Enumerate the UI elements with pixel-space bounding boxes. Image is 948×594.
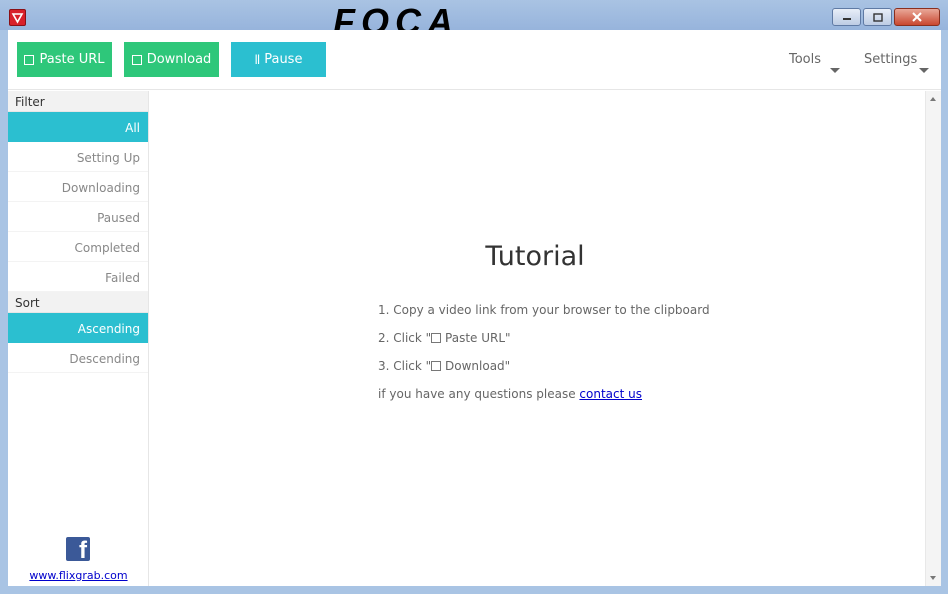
questions-text: if you have any questions please [378, 387, 580, 401]
restore-icon [864, 9, 891, 25]
tutorial-title: Tutorial [485, 241, 585, 272]
step-3-suffix: " [504, 359, 511, 373]
chevron-down-icon [919, 68, 929, 73]
step-2-suffix: " [505, 331, 511, 345]
filter-item-all[interactable]: All [8, 112, 148, 142]
vertical-scrollbar[interactable] [925, 91, 941, 586]
filter-item-downloading[interactable]: Downloading [8, 172, 148, 202]
maximize-button[interactable] [863, 8, 892, 26]
filter-item-setting-up[interactable]: Setting Up [8, 142, 148, 172]
minimize-button[interactable] [832, 8, 861, 26]
step-2-prefix: 2. Click " [378, 331, 432, 345]
toolbar: Paste URL Download ll Pause Tools Settin… [8, 30, 941, 90]
paste-url-label: Paste URL [39, 52, 105, 67]
tutorial-step-2: 2. Click " Paste URL" [378, 331, 710, 359]
pause-button[interactable]: ll Pause [231, 42, 326, 77]
pause-icon: ll [254, 52, 261, 67]
settings-label: Settings [864, 52, 918, 67]
scroll-up-icon[interactable] [930, 97, 936, 101]
facebook-letter: f [79, 537, 87, 561]
chevron-down-icon [830, 68, 840, 73]
window-titlebar: FOCA [0, 0, 948, 42]
sort-item-descending[interactable]: Descending [8, 343, 148, 373]
pause-label: Pause [264, 52, 303, 67]
square-icon [431, 361, 442, 371]
download-label: Download [146, 52, 212, 67]
filter-item-completed[interactable]: Completed [8, 232, 148, 262]
minimize-icon [833, 9, 860, 25]
step-2-label: Paste URL [441, 331, 506, 345]
app-icon [9, 9, 26, 26]
filter-item-failed[interactable]: Failed [8, 262, 148, 292]
tutorial-step-3: 3. Click " Download" [378, 359, 710, 387]
paste-url-button[interactable]: Paste URL [17, 42, 112, 77]
contact-us-link[interactable]: contact us [579, 387, 642, 401]
step-3-label: Download [441, 359, 505, 373]
sort-item-ascending[interactable]: Ascending [8, 313, 148, 343]
square-icon [431, 333, 442, 343]
filter-header: Filter [8, 91, 148, 112]
main-content: Tutorial 1. Copy a video link from your … [150, 91, 925, 586]
filter-item-paused[interactable]: Paused [8, 202, 148, 232]
download-button[interactable]: Download [124, 42, 219, 77]
tools-label: Tools [789, 52, 822, 67]
step-3-prefix: 3. Click " [378, 359, 432, 373]
settings-menu[interactable]: Settings [864, 52, 929, 73]
square-icon [131, 54, 142, 65]
sort-header: Sort [8, 292, 148, 313]
tutorial-step-1: 1. Copy a video link from your browser t… [378, 303, 710, 317]
square-icon [24, 54, 35, 65]
close-button[interactable] [894, 8, 940, 26]
tutorial-steps: 1. Copy a video link from your browser t… [378, 303, 710, 415]
tools-menu[interactable]: Tools [789, 52, 840, 73]
scroll-down-icon[interactable] [930, 576, 936, 580]
close-icon [895, 9, 939, 25]
website-link[interactable]: www.flixgrab.com [8, 569, 149, 582]
facebook-icon[interactable]: f [66, 537, 90, 561]
sidebar: Filter All Setting Up Downloading Paused… [8, 91, 149, 586]
app-client-area: Paste URL Download ll Pause Tools Settin… [8, 30, 941, 586]
questions-line: if you have any questions please contact… [378, 387, 710, 415]
